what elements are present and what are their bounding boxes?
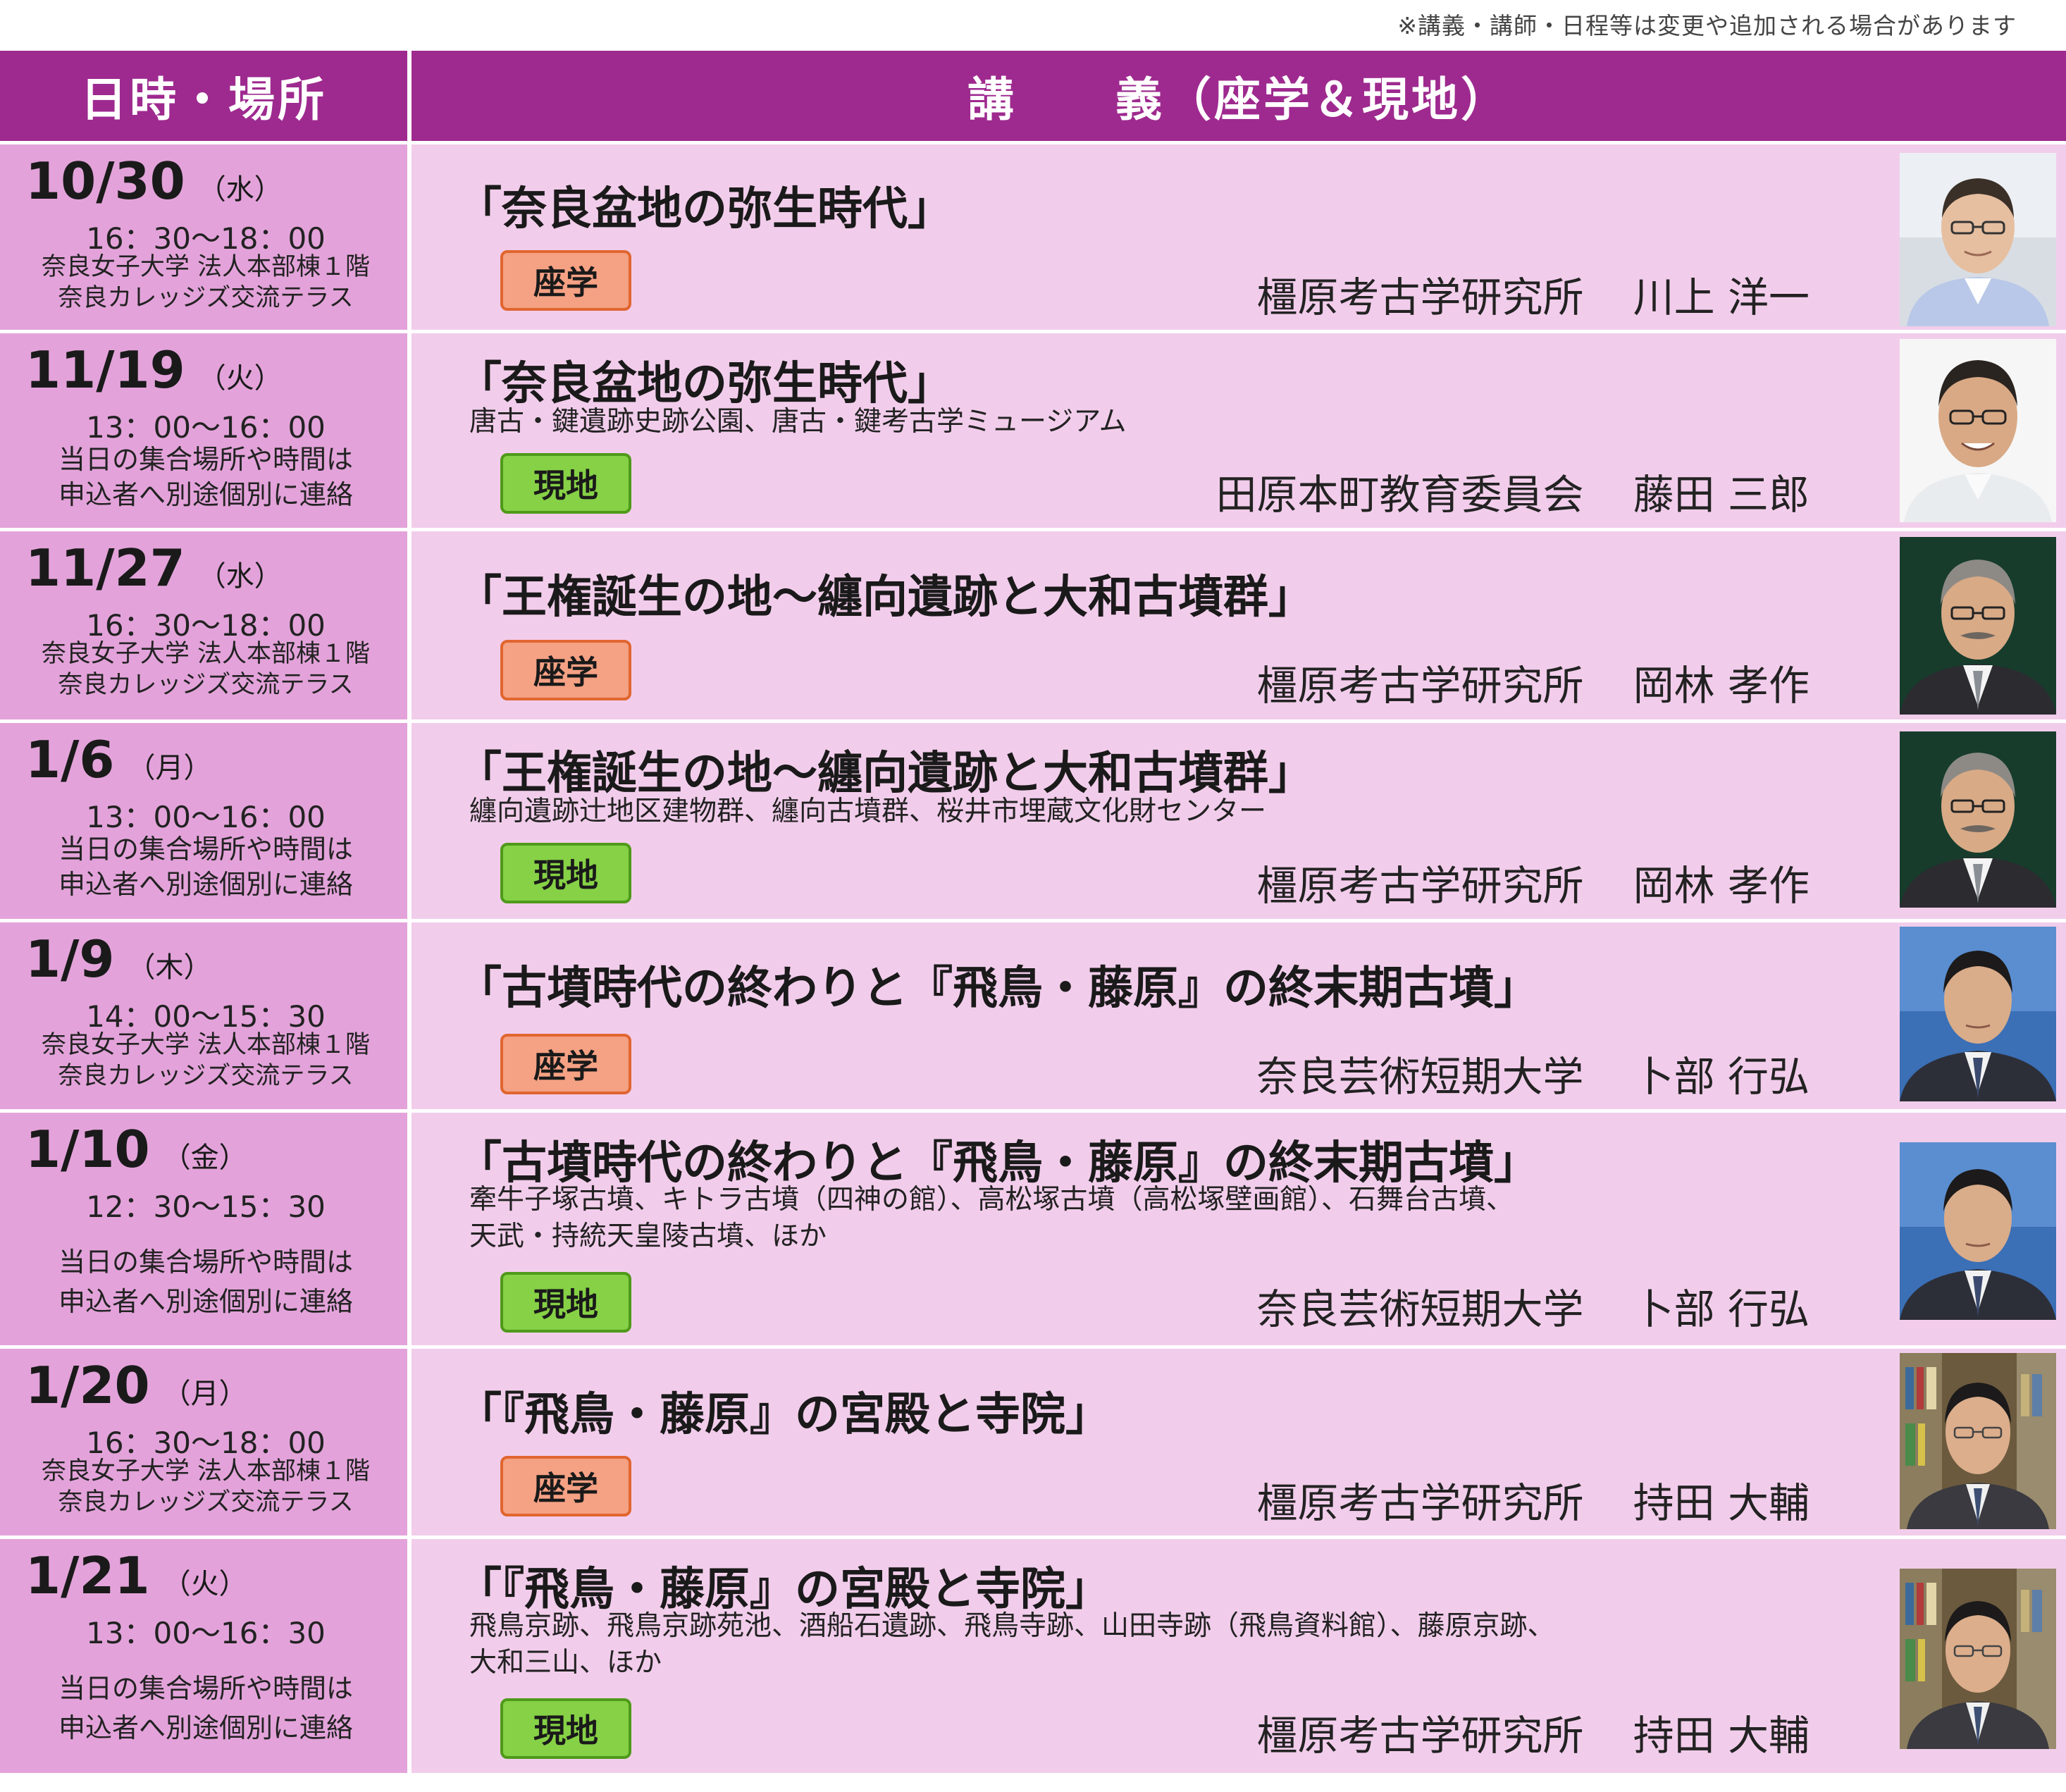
date: 11/19 （火）	[25, 340, 283, 400]
date-cell: 1/6 （月） 13：00〜16：00 当日の集合場所や時間は 申込者へ別途個別に連…	[0, 723, 412, 919]
lecturer-photo	[1900, 1142, 2056, 1320]
time: 13：00〜16：00	[86, 800, 326, 834]
lecture-title: 「古墳時代の終わりと『飛鳥・藤原』の終末期古墳」	[457, 963, 1539, 1015]
lecturer: 田原本町教育委員会 藤田 三郎	[1216, 471, 1810, 519]
lecturer-photo	[1900, 1353, 2056, 1529]
field-sites: 牽牛子塚古墳、キトラ古墳（四神の館）、高松塚古墳（高松塚壁画館）、石舞台古墳、天…	[469, 1184, 1514, 1252]
lecturer: 橿原考古学研究所 川上 洋一	[1256, 273, 1810, 321]
lecture-title: 「王権誕生の地〜纏向遺跡と大和古墳群」	[457, 571, 1313, 624]
date: 10/30 （水）	[25, 152, 283, 211]
table-row: 10/30 （水） 16：30〜18：00 奈良女子大学 法人本部棟１階 奈良カレッ…	[0, 141, 2066, 330]
lecture-cell: 「王権誕生の地〜纏向遺跡と大和古墳群」 纏向遺跡辻地区建物群、纏向古墳群、桜井市…	[412, 723, 2066, 919]
table-row: 1/6 （月） 13：00〜16：00 当日の集合場所や時間は 申込者へ別途個別に連…	[0, 719, 2066, 919]
lecturer-photo	[1900, 537, 2056, 715]
header-lecture: 講 義（座学＆現地）	[412, 51, 2066, 141]
date-cell: 1/21 （火） 13：00〜16：30 当日の集合場所や時間は 申込者へ別途個別に…	[0, 1539, 412, 1773]
field-sites: 纏向遺跡辻地区建物群、纏向古墳群、桜井市埋蔵文化財センター	[469, 796, 1267, 827]
lecture-cell: 「古墳時代の終わりと『飛鳥・藤原』の終末期古墳」 座学 奈良芸術短期大学 卜部 行…	[412, 922, 2066, 1109]
lecturer-photo	[1900, 731, 2056, 908]
location: 奈良女子大学 法人本部棟１階 奈良カレッジズ交流テラス	[41, 1457, 371, 1516]
lecture-type-badge: 座学	[500, 1456, 631, 1516]
lecturer-photo	[1900, 1569, 2056, 1749]
location: 当日の集合場所や時間は 申込者へ別途個別に連絡	[58, 444, 353, 510]
table-header: 日時・場所 講 義（座学＆現地）	[0, 51, 2066, 141]
table-row: 1/10 （金） 12：30〜15：30 当日の集合場所や時間は 申込者へ別途個別に…	[0, 1109, 2066, 1345]
table-row: 1/20 （月） 16：30〜18：00 奈良女子大学 法人本部棟１階 奈良カレッジ…	[0, 1345, 2066, 1535]
lecture-cell: 「古墳時代の終わりと『飛鳥・藤原』の終末期古墳」 牽牛子塚古墳、キトラ古墳（四神…	[412, 1113, 2066, 1345]
weekday: （月）	[127, 752, 212, 784]
weekday: （月）	[162, 1378, 247, 1410]
date: 11/27 （水）	[25, 538, 283, 598]
lecture-cell: 「奈良盆地の弥生時代」 唐古・鍵遺跡史跡公園、唐古・鍵考古学ミュージアム 現地 …	[412, 333, 2066, 528]
date-cell: 1/20 （月） 16：30〜18：00 奈良女子大学 法人本部棟１階 奈良カレッジ…	[0, 1349, 412, 1535]
lecture-type-badge: 現地	[500, 1272, 631, 1333]
header-datetime-place: 日時・場所	[0, 51, 412, 141]
date-cell: 1/10 （金） 12：30〜15：30 当日の集合場所や時間は 申込者へ別途個別に…	[0, 1113, 412, 1345]
weekday: （金）	[162, 1142, 247, 1174]
lecture-cell: 「『飛鳥・藤原』の宮殿と寺院」 飛鳥京跡、飛鳥京跡苑池、酒船石遺跡、飛鳥寺跡、山…	[412, 1539, 2066, 1773]
table-row: 1/9 （木） 14：00〜15：30 奈良女子大学 法人本部棟１階 奈良カレッジズ…	[0, 919, 2066, 1109]
lecture-title: 「奈良盆地の弥生時代」	[457, 183, 953, 235]
date-cell: 11/27 （水） 16：30〜18：00 奈良女子大学 法人本部棟１階 奈良カレッ…	[0, 531, 412, 719]
location: 奈良女子大学 法人本部棟１階 奈良カレッジズ交流テラス	[41, 253, 371, 312]
lecture-type-badge: 座学	[500, 1034, 631, 1094]
lecture-type-badge: 現地	[500, 453, 631, 514]
weekday: （火）	[162, 1568, 247, 1600]
date: 1/20 （月）	[25, 1356, 247, 1415]
schedule-table: 日時・場所 講 義（座学＆現地） 10/30 （水） 16：30〜18：00 奈良…	[0, 51, 2066, 1773]
lecture-type-badge: 現地	[500, 843, 631, 903]
table-row: 11/27 （水） 16：30〜18：00 奈良女子大学 法人本部棟１階 奈良カレッ…	[0, 528, 2066, 719]
time: 13：00〜16：30	[86, 1616, 326, 1650]
location: 奈良女子大学 法人本部棟１階 奈良カレッジズ交流テラス	[41, 1031, 371, 1090]
lecture-type-badge: 座学	[500, 640, 631, 700]
lecturer: 奈良芸術短期大学 卜部 行弘	[1256, 1285, 1810, 1333]
lecturer: 橿原考古学研究所 岡林 孝作	[1256, 662, 1810, 710]
lecturer-photo	[1900, 153, 2056, 326]
lecture-type-badge: 座学	[500, 250, 631, 311]
weekday: （水）	[197, 173, 283, 206]
table-row: 11/19 （火） 13：00〜16：00 当日の集合場所や時間は 申込者へ別途個別…	[0, 330, 2066, 528]
lecture-title: 「王権誕生の地〜纏向遺跡と大和古墳群」	[457, 748, 1313, 800]
lecturer: 橿原考古学研究所 持田 大輔	[1256, 1712, 1810, 1760]
field-sites: 唐古・鍵遺跡史跡公園、唐古・鍵考古学ミュージアム	[469, 406, 1127, 438]
table-row: 1/21 （火） 13：00〜16：30 当日の集合場所や時間は 申込者へ別途個別に…	[0, 1535, 2066, 1773]
date: 1/9 （木）	[25, 929, 212, 989]
date-cell: 11/19 （火） 13：00〜16：00 当日の集合場所や時間は 申込者へ別途個別…	[0, 333, 412, 528]
date-cell: 10/30 （水） 16：30〜18：00 奈良女子大学 法人本部棟１階 奈良カレッ…	[0, 144, 412, 330]
weekday: （水）	[197, 560, 283, 593]
lecture-cell: 「『飛鳥・藤原』の宮殿と寺院」 座学 橿原考古学研究所 持田 大輔	[412, 1349, 2066, 1535]
lecturer-photo	[1900, 339, 2056, 522]
date-cell: 1/9 （木） 14：00〜15：30 奈良女子大学 法人本部棟１階 奈良カレッジズ…	[0, 922, 412, 1109]
lecturer: 奈良芸術短期大学 卜部 行弘	[1256, 1053, 1810, 1101]
lecture-cell: 「王権誕生の地〜纏向遺跡と大和古墳群」 座学 橿原考古学研究所 岡林 孝作	[412, 531, 2066, 719]
lecture-cell: 「奈良盆地の弥生時代」 座学 橿原考古学研究所 川上 洋一	[412, 144, 2066, 330]
location: 当日の集合場所や時間は 申込者へ別途個別に連絡	[58, 834, 353, 900]
lecturer: 橿原考古学研究所 岡林 孝作	[1256, 862, 1810, 910]
lecture-title: 「『飛鳥・藤原』の宮殿と寺院」	[457, 1389, 1111, 1441]
time: 13：00〜16：00	[86, 410, 326, 445]
location: 当日の集合場所や時間は 申込者へ別途個別に連絡	[58, 1673, 353, 1743]
weekday: （木）	[127, 951, 212, 984]
date: 1/21 （火）	[25, 1546, 247, 1605]
time: 12：30〜15：30	[86, 1189, 326, 1224]
date: 1/10 （金）	[25, 1120, 247, 1179]
location: 奈良女子大学 法人本部棟１階 奈良カレッジズ交流テラス	[41, 640, 371, 699]
lecture-title: 「奈良盆地の弥生時代」	[457, 358, 953, 410]
lecturer-photo	[1900, 927, 2056, 1101]
date: 1/6 （月）	[25, 730, 212, 789]
weekday: （火）	[197, 362, 283, 395]
location: 当日の集合場所や時間は 申込者へ別途個別に連絡	[58, 1247, 353, 1317]
field-sites: 飛鳥京跡、飛鳥京跡苑池、酒船石遺跡、飛鳥寺跡、山田寺跡（飛鳥資料館）、藤原京跡、…	[469, 1610, 1555, 1679]
lecturer: 橿原考古学研究所 持田 大輔	[1256, 1479, 1810, 1527]
change-notice: ※講義・講師・日程等は変更や追加される場合があります	[1397, 12, 2017, 39]
lecture-type-badge: 現地	[500, 1698, 631, 1759]
